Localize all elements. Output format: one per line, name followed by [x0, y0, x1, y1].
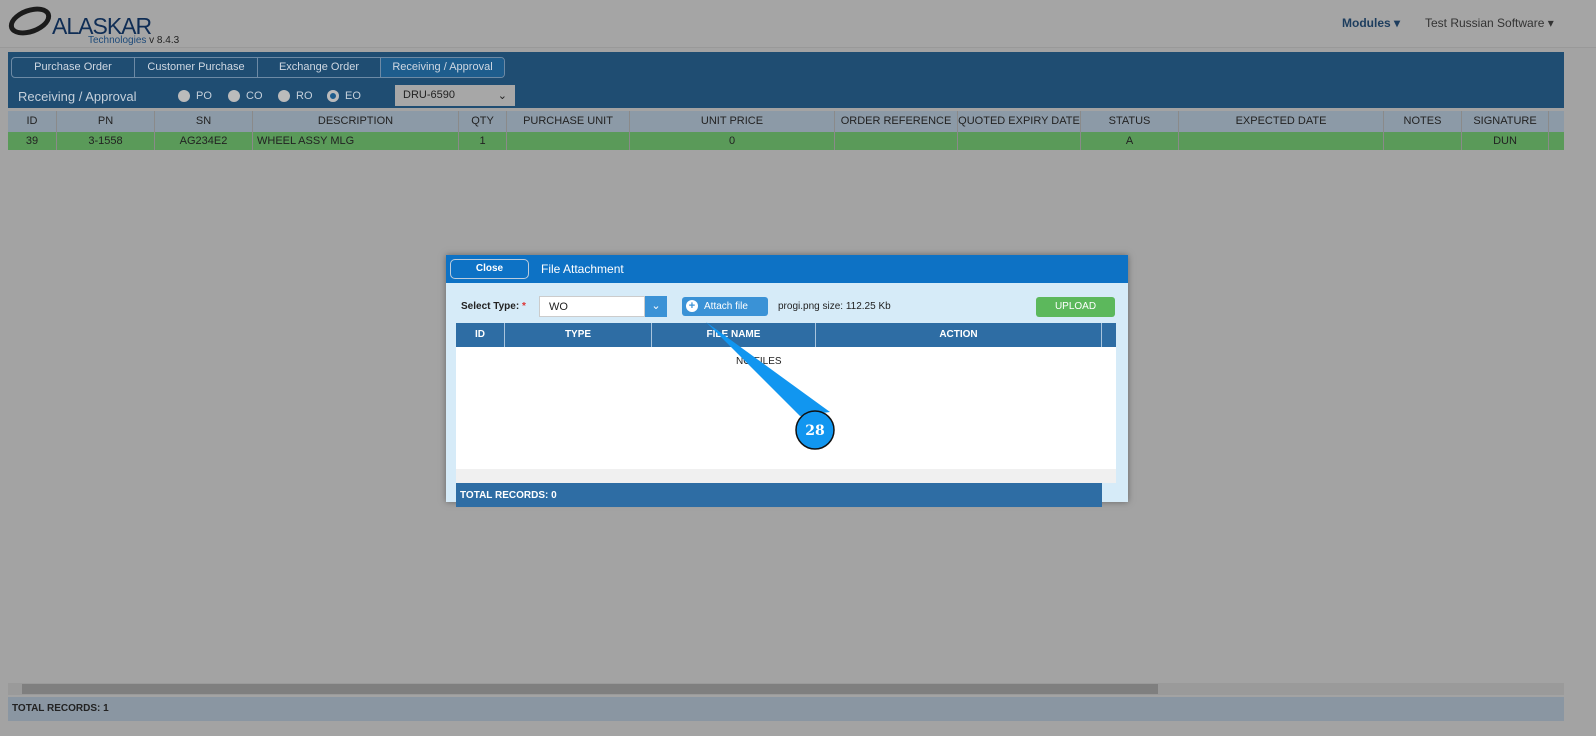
- radio-label: PO: [196, 90, 212, 102]
- file-attachment-dialog: Close File Attachment Select Type: * WO …: [446, 255, 1128, 507]
- table-cell: [1179, 132, 1384, 150]
- column-header[interactable]: ID: [8, 111, 57, 132]
- table-cell: 1: [459, 132, 507, 150]
- column-header[interactable]: PURCHASE UNIT: [507, 111, 630, 132]
- top-bar: ALASKAR Technologies v 8.4.3 Modules ▾ T…: [0, 0, 1596, 48]
- order-panel: Purchase Order Customer Purchase Order E…: [8, 52, 1564, 108]
- section-title: Receiving / Approval: [18, 89, 137, 104]
- chevron-down-icon: ⌄: [651, 300, 661, 312]
- column-header[interactable]: UNIT PRICE: [630, 111, 835, 132]
- column-header[interactable]: TYPE: [505, 323, 652, 347]
- radio-icon: [278, 90, 290, 102]
- table-cell: 39: [8, 132, 57, 150]
- table-cell: A: [1081, 132, 1179, 150]
- column-header[interactable]: EXPECTED DATE: [1179, 111, 1384, 132]
- column-header[interactable]: FILE NAME: [652, 323, 816, 347]
- radio-icon: [178, 90, 190, 102]
- radio-label: EO: [345, 90, 361, 102]
- column-header[interactable]: QTY: [459, 111, 507, 132]
- select-type-dropdown-button[interactable]: ⌄: [645, 296, 667, 317]
- column-header[interactable]: SIGNATURE: [1462, 111, 1549, 132]
- radio-ro[interactable]: RO: [278, 90, 313, 102]
- column-header[interactable]: ACTION: [816, 323, 1102, 347]
- label-text: Select Type:: [461, 301, 520, 312]
- empty-message: NO FILES: [736, 356, 782, 367]
- table-cell: [507, 132, 630, 150]
- attachments-grid: ID TYPE FILE NAME ACTION NO FILES TOTAL REC…: [456, 323, 1116, 507]
- horizontal-scrollbar[interactable]: [8, 683, 1564, 695]
- selected-file-info: progi.png size: 112.25 Kb: [778, 301, 891, 312]
- tab-purchase-order[interactable]: Purchase Order: [12, 58, 135, 77]
- table-cell: [835, 132, 958, 150]
- upload-button[interactable]: UPLOAD: [1036, 297, 1115, 317]
- radio-checked-icon: [327, 90, 339, 102]
- radio-label: CO: [246, 90, 263, 102]
- user-menu[interactable]: Test Russian Software ▾: [1425, 16, 1554, 30]
- close-button[interactable]: Close: [450, 259, 529, 279]
- dialog-title: File Attachment: [541, 262, 624, 276]
- attachments-header: ID TYPE FILE NAME ACTION: [456, 323, 1116, 347]
- radio-po[interactable]: PO: [178, 90, 212, 102]
- radio-eo[interactable]: EO: [327, 90, 361, 102]
- chevron-down-icon: ⌄: [497, 90, 507, 102]
- radio-label: RO: [296, 90, 313, 102]
- plus-circle-icon: +: [686, 300, 698, 312]
- logo-mark-icon: [4, 1, 56, 41]
- radio-icon: [228, 90, 240, 102]
- attachments-scrollbar[interactable]: [456, 469, 1116, 483]
- attach-file-button[interactable]: + Attach file: [682, 297, 768, 316]
- column-header[interactable]: NOTES: [1384, 111, 1462, 132]
- table-cell: 0: [630, 132, 835, 150]
- order-select-value: DRU-6590: [403, 89, 455, 101]
- table-cell: WHEEL ASSY MLG: [253, 132, 459, 150]
- column-header[interactable]: ORDER REFERENCE: [835, 111, 958, 132]
- user-label: Test Russian Software: [1425, 16, 1545, 30]
- scrollbar-thumb[interactable]: [22, 684, 1158, 694]
- table-cell: [958, 132, 1081, 150]
- select-type-label: Select Type: *: [461, 301, 526, 312]
- attachments-body: NO FILES: [456, 347, 1116, 469]
- tab-customer-purchase-order[interactable]: Customer Purchase Order: [135, 58, 258, 77]
- receiving-grid: ID PN SN DESCRIPTION QTY PURCHASE UNIT UNIT PR…: [8, 111, 1564, 150]
- order-tabs: Purchase Order Customer Purchase Order E…: [11, 57, 505, 78]
- tab-exchange-order[interactable]: Exchange Order: [258, 58, 381, 77]
- modules-label: Modules: [1342, 16, 1391, 30]
- select-type-input[interactable]: WO: [539, 296, 645, 317]
- table-cell: DUN: [1462, 132, 1549, 150]
- column-header[interactable]: ID: [456, 323, 505, 347]
- grid-total: TOTAL RECORDS: 1: [8, 697, 1564, 721]
- attach-label: Attach file: [704, 301, 748, 312]
- radio-co[interactable]: CO: [228, 90, 263, 102]
- table-cell: AG234E2: [155, 132, 253, 150]
- column-header[interactable]: DESCRIPTION: [253, 111, 459, 132]
- dialog-header: Close File Attachment: [446, 255, 1128, 283]
- column-header[interactable]: STATUS: [1081, 111, 1179, 132]
- version: v 8.4.3: [149, 35, 180, 46]
- table-row[interactable]: 39 3-1558 AG234E2 WHEEL ASSY MLG 1 0 A DUN: [8, 132, 1564, 150]
- column-header[interactable]: SN: [155, 111, 253, 132]
- required-marker: *: [521, 301, 526, 312]
- attachments-total: TOTAL RECORDS: 0: [456, 483, 1102, 507]
- tab-receiving-approval[interactable]: Receiving / Approval: [381, 58, 504, 77]
- column-header[interactable]: PN: [57, 111, 155, 132]
- brand-sub: Technologies: [88, 35, 147, 46]
- table-cell: 3-1558: [57, 132, 155, 150]
- table-cell: [1384, 132, 1462, 150]
- column-header[interactable]: QUOTED EXPIRY DATE: [958, 111, 1081, 132]
- grid-header: ID PN SN DESCRIPTION QTY PURCHASE UNIT UNIT PR…: [8, 111, 1564, 132]
- modules-menu[interactable]: Modules ▾: [1342, 16, 1400, 30]
- order-select[interactable]: DRU-6590 ⌄: [395, 85, 515, 106]
